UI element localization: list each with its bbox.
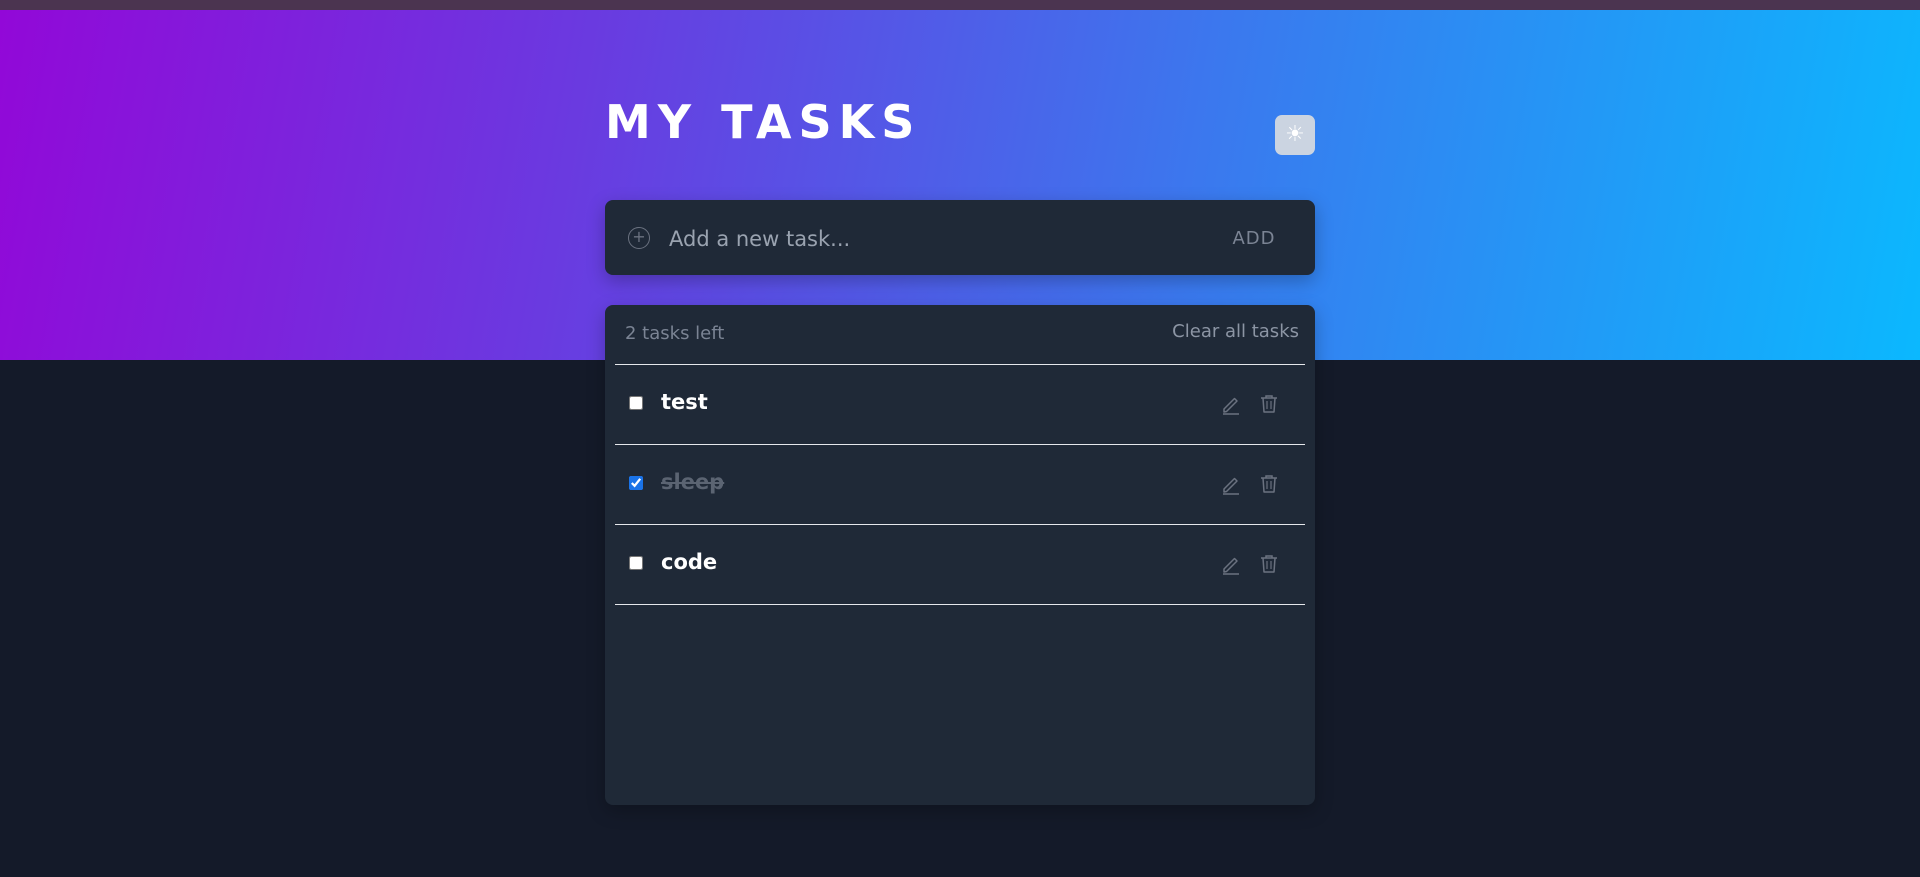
task-text: code — [661, 550, 718, 574]
page-title: MY TASKS — [605, 95, 922, 149]
task-row: code — [615, 525, 1305, 605]
task-row: sleep — [615, 445, 1305, 525]
clear-all-tasks-button[interactable]: Clear all tasks — [1172, 321, 1299, 342]
task-list-header: 2 tasks left Clear all tasks — [605, 305, 1315, 365]
add-task-button[interactable]: ADD — [1219, 222, 1289, 254]
delete-task-button[interactable] — [1258, 393, 1280, 415]
edit-task-button[interactable] — [1220, 553, 1242, 575]
new-task-bar: + ADD — [605, 200, 1315, 275]
task-checkbox[interactable] — [629, 396, 643, 410]
pencil-icon — [1223, 397, 1239, 415]
task-checkbox[interactable] — [629, 476, 643, 490]
pencil-icon — [1223, 557, 1239, 575]
task-text: sleep — [661, 470, 725, 494]
trash-icon — [1261, 395, 1277, 413]
task-checkbox[interactable] — [629, 556, 643, 570]
edit-task-button[interactable] — [1220, 393, 1242, 415]
tasks-left-count: 2 tasks left — [625, 323, 725, 344]
task-row: test — [615, 365, 1305, 445]
delete-task-button[interactable] — [1258, 473, 1280, 495]
task-list-card: 2 tasks left Clear all tasks test sleep … — [605, 305, 1315, 805]
sun-icon: ☀ — [1285, 122, 1305, 147]
new-task-input[interactable] — [667, 218, 1171, 260]
plus-circle-icon: + — [628, 227, 650, 249]
task-text: test — [661, 390, 708, 414]
trash-icon — [1261, 555, 1277, 573]
trash-icon — [1261, 475, 1277, 493]
top-strip — [0, 0, 1920, 10]
pencil-icon — [1223, 477, 1239, 495]
theme-toggle-button[interactable]: ☀ — [1275, 115, 1315, 155]
delete-task-button[interactable] — [1258, 553, 1280, 575]
edit-task-button[interactable] — [1220, 473, 1242, 495]
